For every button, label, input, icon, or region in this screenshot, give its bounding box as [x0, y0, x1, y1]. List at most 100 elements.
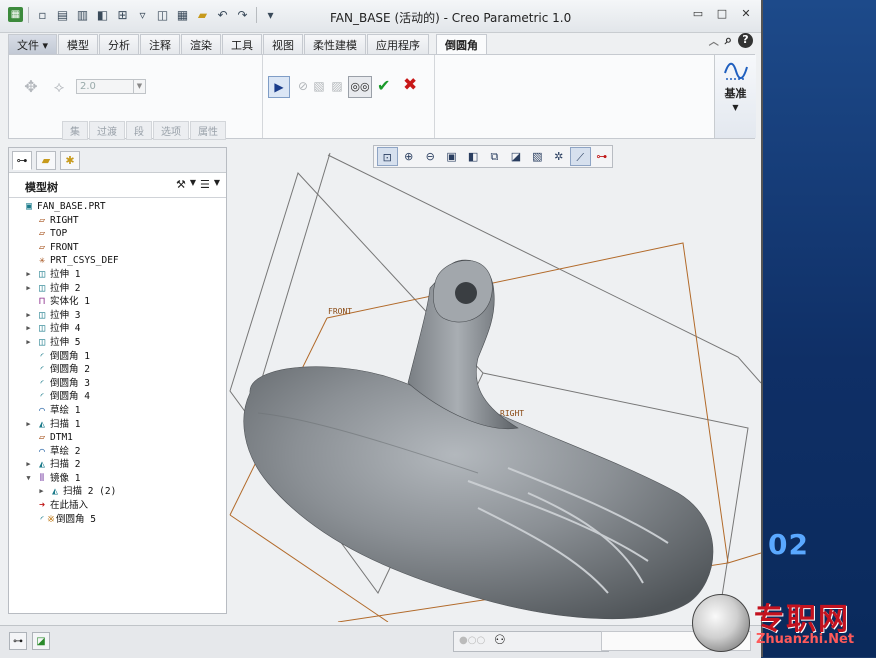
repaint-icon[interactable]: ▣: [441, 147, 461, 166]
cancel-button[interactable]: ✖: [403, 75, 417, 95]
model-tree-row[interactable]: ▼ ⫴ 镜像 1: [9, 472, 226, 486]
tab-file[interactable]: 文件 ▾: [8, 34, 58, 55]
browser-toggle-icon[interactable]: ◪: [32, 632, 50, 650]
model-tree-row[interactable]: ▱ FRONT: [9, 241, 226, 255]
tab-render[interactable]: 渲染: [181, 34, 222, 55]
show-icon[interactable]: ☰: [200, 178, 210, 191]
tab-model[interactable]: 模型: [58, 34, 99, 55]
datum-menu-button[interactable]: 基准 ▼: [714, 55, 756, 138]
verify-glasses-button[interactable]: ◎◎: [348, 76, 372, 98]
open-file-icon[interactable]: ▤: [54, 6, 71, 23]
expand-icon[interactable]: ▶: [24, 309, 33, 323]
tab-round[interactable]: 倒圆角: [436, 34, 488, 56]
view-manager-icon[interactable]: ⧉: [484, 147, 504, 166]
radius-combo[interactable]: 2.0 ▼: [76, 79, 146, 94]
perspective-icon[interactable]: ▧: [527, 147, 547, 166]
datum-display-icon[interactable]: ✲: [549, 147, 569, 166]
navigator-toggle-icon[interactable]: ⊶: [9, 632, 27, 650]
model-tree-row[interactable]: ◜ 倒圆角 3: [9, 377, 226, 391]
preview-off-icon[interactable]: ▧: [311, 79, 327, 95]
model-canvas[interactable]: FRONT RIGHT: [228, 143, 761, 622]
search-icon[interactable]: ⌕: [725, 33, 732, 48]
tab-annotate[interactable]: 注释: [140, 34, 181, 55]
app-icon[interactable]: ▦: [8, 7, 23, 22]
model-tree-row[interactable]: ▶ ◭ 扫描 2 (2): [9, 485, 226, 499]
model-tree-row[interactable]: ⊓ 实体化 1: [9, 295, 226, 309]
ok-button[interactable]: ✔: [377, 76, 390, 95]
model-tree-row[interactable]: ▶ ◫ 拉伸 3: [9, 309, 226, 323]
expand-icon[interactable]: ▶: [24, 322, 33, 336]
model-tree-row[interactable]: ▶ ◫ 拉伸 4: [9, 322, 226, 336]
chevron-down-icon[interactable]: ▼: [133, 80, 145, 93]
model-tree-row[interactable]: ▱ RIGHT: [9, 214, 226, 228]
saved-orientations-icon[interactable]: ◧: [463, 147, 483, 166]
settings-icon[interactable]: ⚒: [176, 178, 186, 191]
subtab-properties[interactable]: 属性: [190, 121, 226, 140]
model-tree-row[interactable]: ▣ FAN_BASE.PRT: [9, 200, 226, 214]
pause-icon[interactable]: ⊘: [295, 79, 311, 95]
redo-icon[interactable]: ↷: [234, 6, 251, 23]
model-tree-row[interactable]: ◜ 倒圆角 2: [9, 363, 226, 377]
chevron-down-icon[interactable]: ▼: [214, 178, 220, 191]
model-tree-row[interactable]: ▶ ◫ 拉伸 5: [9, 336, 226, 350]
subtab-pieces[interactable]: 段: [126, 121, 152, 140]
maximize-button[interactable]: □: [715, 7, 729, 21]
model-tree-row[interactable]: ▶ ◭ 扫描 2: [9, 458, 226, 472]
model-tree-row[interactable]: ▶ ◫ 拉伸 2: [9, 282, 226, 296]
folder-browser-tab-icon[interactable]: ▰: [36, 151, 56, 170]
refit-icon[interactable]: ⊡: [377, 147, 398, 166]
model-tree-row[interactable]: ⌒ 草绘 1: [9, 404, 226, 418]
model-tree-row[interactable]: ▱ TOP: [9, 227, 226, 241]
customize-toolbar-icon[interactable]: ▾: [262, 6, 279, 23]
windows-icon[interactable]: ⊞: [114, 6, 131, 23]
subtab-transitions[interactable]: 过渡: [89, 121, 125, 140]
model-tree-row[interactable]: ◜ ※ 倒圆角 5: [9, 513, 226, 527]
minimize-button[interactable]: ▭: [691, 7, 705, 21]
tab-tools[interactable]: 工具: [222, 34, 263, 55]
expand-icon[interactable]: ▶: [24, 268, 33, 282]
model-tree-row[interactable]: ▶ ◭ 扫描 1: [9, 418, 226, 432]
model-tree-row[interactable]: ✳ PRT_CSYS_DEF: [9, 254, 226, 268]
tab-applications[interactable]: 应用程序: [367, 34, 430, 55]
new-file-icon[interactable]: ▫: [34, 6, 51, 23]
model-tree-row[interactable]: ◜ 倒圆角 4: [9, 390, 226, 404]
model-tree-row[interactable]: ▱ DTM1: [9, 431, 226, 445]
close-button[interactable]: ✕: [739, 7, 753, 21]
expand-icon[interactable]: ▶: [24, 336, 33, 350]
tab-analysis[interactable]: 分析: [99, 34, 140, 55]
expand-icon[interactable]: ▶: [24, 458, 33, 472]
zoom-out-icon[interactable]: ⊖: [420, 147, 440, 166]
save-icon[interactable]: ▥: [74, 6, 91, 23]
collapse-ribbon-icon[interactable]: ︿: [709, 33, 719, 48]
model-tree-row[interactable]: ➜ 在此插入: [9, 499, 226, 513]
tab-flexible-modeling[interactable]: 柔性建模: [304, 34, 367, 55]
model-tree-row[interactable]: ▶ ◫ 拉伸 1: [9, 268, 226, 282]
subtab-sets[interactable]: 集: [62, 121, 88, 140]
resume-feature-button[interactable]: ▶: [268, 76, 290, 98]
favorites-tab-icon[interactable]: ✱: [60, 151, 80, 170]
subtab-options[interactable]: 选项: [153, 121, 189, 140]
display-style-icon[interactable]: ◪: [506, 147, 526, 166]
model-tree-row[interactable]: ◜ 倒圆角 1: [9, 350, 226, 364]
folder-icon[interactable]: ▰: [194, 6, 211, 23]
preview-mode-icon[interactable]: ▨: [329, 79, 345, 95]
find-icon[interactable]: ⚇: [494, 633, 506, 648]
annotation-display-icon[interactable]: ⟋: [569, 147, 591, 166]
transition-mode-icon[interactable]: ⟡: [47, 77, 71, 97]
model-tree-row[interactable]: ⌒ 草绘 2: [9, 445, 226, 459]
undo-icon[interactable]: ↶: [214, 6, 231, 23]
layers-icon[interactable]: ◫: [154, 6, 171, 23]
print-icon[interactable]: ▦: [174, 6, 191, 23]
graphics-viewport[interactable]: FRONT RIGHT: [228, 143, 761, 622]
expand-icon[interactable]: ▶: [37, 485, 46, 499]
regenerate-icon[interactable]: ◧: [94, 6, 111, 23]
tab-view[interactable]: 视图: [263, 34, 304, 55]
help-icon[interactable]: ?: [738, 33, 753, 48]
spin-center-icon[interactable]: ⊶: [592, 147, 612, 166]
collapse-icon[interactable]: ▼: [24, 472, 33, 486]
expand-icon[interactable]: ▶: [24, 282, 33, 296]
model-tree-tab-icon[interactable]: ⊶: [12, 151, 32, 170]
close-window-icon[interactable]: ▿: [134, 6, 151, 23]
expand-icon[interactable]: ▶: [24, 418, 33, 432]
selection-field[interactable]: ●○○ ⚇: [453, 631, 609, 652]
